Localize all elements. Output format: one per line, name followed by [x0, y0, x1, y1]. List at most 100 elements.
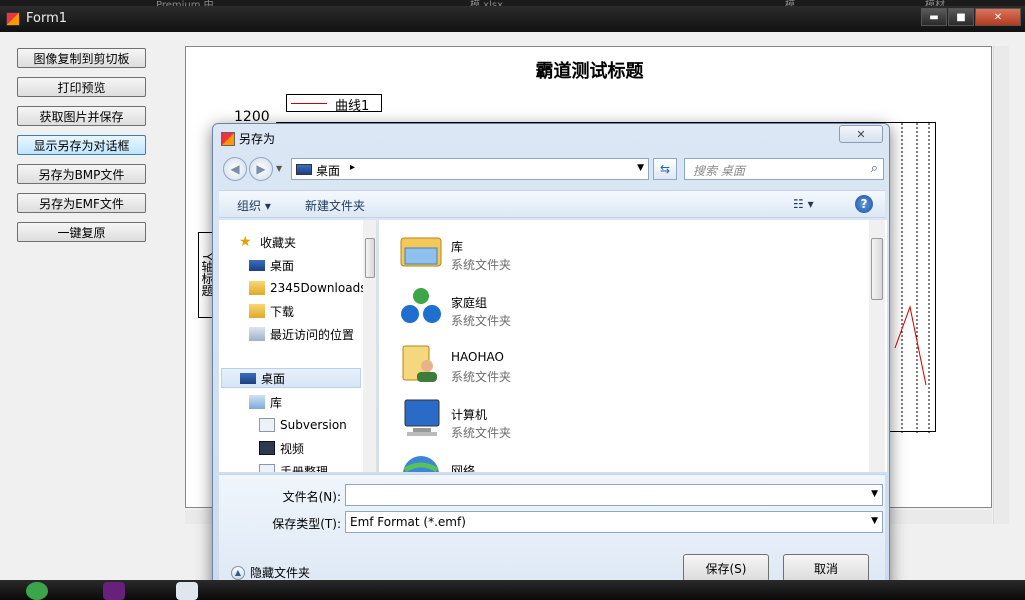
save-bmp-button[interactable]: 另存为BMP文件 — [17, 164, 146, 184]
save-as-dialog: 另存为 ✕ ◀ ▶ ▼ 桌面 ▸ ▼ ⇆ 搜索 桌面 ⌕ 组织 ▾ 新建文件夹 … — [212, 123, 890, 598]
item-type: 系统文件夹 — [451, 258, 512, 272]
search-icon[interactable]: ⌕ — [871, 161, 878, 176]
print-preview-button[interactable]: 打印预览 — [17, 77, 146, 97]
chart-legend: 曲线1 — [286, 94, 382, 114]
forward-button[interactable]: ▶ — [249, 157, 273, 181]
taskbar — [0, 580, 1025, 600]
view-options-button[interactable]: ☷ ▾ — [793, 197, 814, 211]
maximize-icon: ■ — [956, 11, 966, 23]
document-icon — [259, 418, 275, 432]
filetype-label: 保存类型(T): — [272, 517, 341, 531]
nav-label: 2345Downloads — [270, 281, 367, 295]
view-dropdown-icon: ▾ — [807, 197, 814, 211]
desktop-icon — [249, 259, 265, 271]
filename-input[interactable]: ▼ — [345, 484, 883, 506]
nav-item-videos[interactable]: 视频 — [259, 438, 304, 458]
file-list-scroll-thumb[interactable] — [871, 238, 883, 300]
nav-scroll-thumb[interactable] — [365, 238, 375, 278]
nav-label: 下载 — [270, 304, 295, 319]
minimize-button[interactable]: ▬ — [921, 8, 947, 26]
nav-item-libraries[interactable]: 库 — [249, 392, 282, 412]
nav-label: 最近访问的位置 — [270, 327, 355, 342]
item-name: 网络 — [451, 464, 476, 472]
legend-line-swatch — [291, 103, 327, 104]
address-dropdown-icon[interactable]: ▼ — [637, 163, 644, 173]
item-type: 系统文件夹 — [451, 370, 512, 384]
nav-item-2345downloads[interactable]: 2345Downloads — [249, 278, 366, 298]
organize-menu[interactable]: 组织 ▾ — [237, 197, 271, 214]
video-icon — [259, 441, 275, 455]
chevron-up-icon: ▲ — [231, 565, 245, 580]
filename-label: 文件名(N): — [282, 490, 341, 504]
show-save-dialog-button[interactable]: 显示另存为对话框 — [17, 135, 146, 155]
file-list-scrollbar[interactable] — [869, 220, 885, 472]
recent-places-icon — [249, 327, 265, 341]
app-icon — [6, 12, 20, 26]
search-input[interactable]: 搜索 桌面 ⌕ — [684, 158, 884, 180]
computer-icon — [404, 399, 440, 436]
item-name: 库 — [451, 240, 464, 254]
address-bar[interactable]: 桌面 ▸ ▼ — [291, 158, 649, 180]
dialog-title: 另存为 — [239, 132, 276, 146]
filename-dropdown-icon[interactable]: ▼ — [871, 489, 878, 499]
item-name: 家庭组 — [451, 296, 488, 310]
dialog-app-icon — [221, 132, 235, 146]
nav-item-desktop[interactable]: 桌面 — [249, 255, 294, 275]
wechat-taskbar-icon[interactable] — [26, 582, 48, 600]
dialog-toolbar: 组织 ▾ 新建文件夹 ☷ ▾ ? — [219, 190, 885, 218]
document-icon — [259, 464, 275, 472]
save-emf-button[interactable]: 另存为EMF文件 — [17, 193, 146, 213]
visual-studio-taskbar-icon[interactable] — [103, 582, 125, 600]
desktop-icon — [240, 372, 256, 384]
nav-label: Subversion — [280, 418, 347, 432]
close-icon: ✕ — [993, 11, 1003, 23]
reset-button[interactable]: 一键复原 — [17, 222, 146, 242]
address-separator[interactable]: ▸ — [350, 162, 355, 173]
maximize-button[interactable]: ■ — [948, 8, 974, 26]
close-icon: ✕ — [856, 127, 866, 141]
nav-label: 桌面 — [261, 371, 286, 386]
filetype-select[interactable]: Emf Format (*.emf) ▼ — [345, 511, 883, 533]
nav-item-manuals[interactable]: 手册整理 — [259, 461, 328, 472]
document-taskbar-icon[interactable] — [176, 582, 198, 600]
search-placeholder: 搜索 桌面 — [693, 164, 745, 178]
cancel-button[interactable]: 取消 — [783, 554, 869, 582]
refresh-button[interactable]: ⇆ — [653, 158, 677, 180]
homegroup-icon — [401, 288, 441, 323]
save-button[interactable]: 保存(S) — [683, 554, 769, 582]
close-button[interactable]: ✕ — [975, 8, 1021, 26]
nav-item-favorites[interactable]: ★ 收藏夹 — [239, 232, 296, 252]
chart-title: 霸道测试标题 — [535, 61, 644, 82]
nav-item-subversion[interactable]: Subversion — [259, 415, 347, 435]
address-location[interactable]: 桌面 — [316, 162, 340, 179]
history-dropdown-icon[interactable]: ▼ — [276, 164, 282, 173]
filetype-dropdown-icon[interactable]: ▼ — [871, 516, 878, 526]
nav-item-recent[interactable]: 最近访问的位置 — [249, 324, 354, 344]
nav-item-desktop-root[interactable]: 桌面 — [221, 368, 361, 388]
window-controls: ▬ ■ ✕ — [920, 8, 1021, 26]
item-type: 系统文件夹 — [451, 426, 512, 440]
get-image-save-button[interactable]: 获取图片并保存 — [17, 106, 146, 126]
help-icon[interactable]: ? — [855, 195, 873, 213]
nav-item-downloads[interactable]: 下载 — [249, 301, 294, 321]
new-folder-button[interactable]: 新建文件夹 — [305, 197, 365, 214]
library-icon — [400, 237, 442, 267]
nav-label: 手册整理 — [280, 464, 329, 473]
user-folder-icon — [402, 345, 437, 382]
series-line-1 — [894, 305, 927, 386]
filetype-value: Emf Format (*.emf) — [350, 515, 466, 529]
back-arrow-icon: ◀ — [230, 162, 240, 176]
back-button[interactable]: ◀ — [223, 157, 247, 181]
form-title-bar[interactable]: Form1 ▬ ■ ✕ — [0, 6, 1025, 32]
chart-vertical-scrollbar[interactable] — [993, 46, 1009, 524]
dialog-nav-row: ◀ ▶ ▼ 桌面 ▸ ▼ ⇆ 搜索 桌面 ⌕ — [221, 154, 885, 184]
desktop-icon — [296, 164, 312, 175]
dialog-close-button[interactable]: ✕ — [839, 125, 883, 143]
folder-icon — [249, 281, 265, 295]
copy-image-button[interactable]: 图像复制到剪切板 — [17, 48, 146, 68]
nav-label: 桌面 — [270, 258, 295, 273]
forward-arrow-icon: ▶ — [256, 162, 266, 176]
item-type: 系统文件夹 — [451, 314, 512, 328]
nav-scrollbar[interactable] — [363, 220, 376, 472]
hide-folders-toggle[interactable]: ▲ 隐藏文件夹 — [231, 564, 310, 581]
